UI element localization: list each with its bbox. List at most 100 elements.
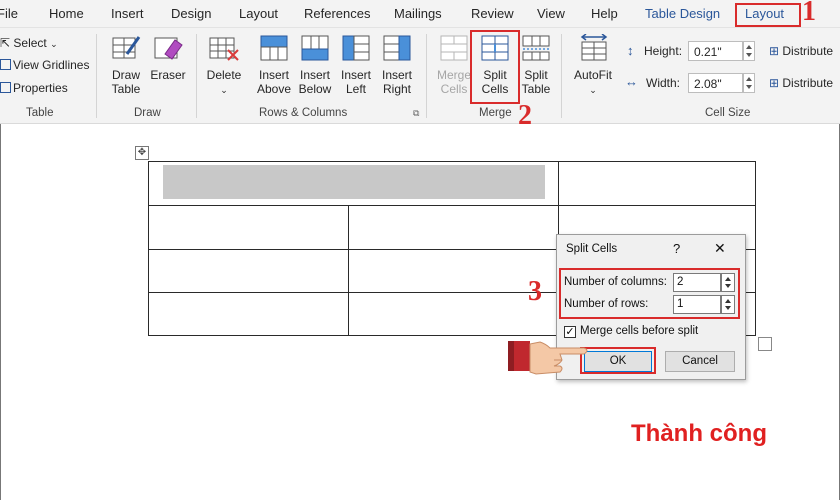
- close-icon[interactable]: ✕: [714, 240, 726, 257]
- table-move-handle-icon[interactable]: ✥: [135, 146, 149, 160]
- insert-below-button[interactable]: Insert Below: [294, 68, 336, 96]
- selection-highlight: [163, 165, 545, 199]
- draw-table-icon: [112, 36, 141, 59]
- width-icon: ↔: [625, 74, 638, 89]
- split-cells-highlight: [470, 30, 520, 104]
- view-gridlines-button[interactable]: View Gridlines: [0, 58, 89, 72]
- delete-button[interactable]: Delete ⌄: [203, 68, 245, 97]
- stepper-arrows-icon: [746, 45, 752, 57]
- cancel-button[interactable]: Cancel: [665, 351, 735, 372]
- separator: [426, 34, 427, 118]
- distribute-rows-icon: ⊞: [769, 44, 783, 58]
- help-icon[interactable]: ?: [673, 241, 680, 256]
- table-cell[interactable]: [148, 205, 349, 250]
- tab-table-design[interactable]: Table Design: [645, 6, 720, 21]
- select-label: Select: [13, 36, 47, 50]
- distribute-rows-button[interactable]: ⊞ Distribute: [769, 44, 833, 58]
- merge-cells-label-2: Cells: [440, 82, 468, 96]
- merge-cells-label-1: Merge: [436, 68, 471, 82]
- menu-bar: File Home Insert Design Layout Reference…: [0, 0, 840, 28]
- eraser-button[interactable]: Eraser: [148, 68, 188, 82]
- insert-above-button[interactable]: Insert Above: [253, 68, 295, 96]
- split-table-button[interactable]: Split Table: [515, 68, 557, 96]
- group-label-rows-columns: Rows & Columns: [259, 107, 348, 119]
- step-3-label: 3: [528, 276, 542, 307]
- height-input[interactable]: 0.21": [688, 41, 743, 61]
- tab-file[interactable]: File: [0, 6, 18, 21]
- height-icon: ↕: [627, 43, 634, 58]
- width-input[interactable]: 2.08": [688, 73, 743, 93]
- height-label: Height:: [644, 44, 683, 58]
- delete-label: Delete: [206, 68, 242, 82]
- height-stepper[interactable]: [743, 41, 755, 61]
- insert-below-icon: [301, 35, 329, 61]
- ribbon: ⇱ Select ⌄ View Gridlines Properties Tab…: [0, 28, 840, 124]
- tab-review[interactable]: Review: [471, 6, 514, 21]
- properties-icon: [0, 82, 11, 93]
- insert-right-label-1: Insert: [381, 68, 412, 82]
- fields-highlight: [559, 268, 740, 319]
- distribute-columns-button[interactable]: ⊞ Distribute: [769, 76, 833, 90]
- table-cell[interactable]: [148, 161, 559, 206]
- width-stepper[interactable]: [743, 73, 755, 93]
- width-label: Width:: [646, 76, 681, 90]
- group-label-cell-size: Cell Size: [705, 107, 751, 119]
- gridlines-icon: [0, 59, 11, 70]
- tab-mailings[interactable]: Mailings: [394, 6, 442, 21]
- chevron-down-icon: ⌄: [589, 85, 597, 95]
- group-label-merge: Merge: [479, 107, 512, 119]
- tab-references[interactable]: References: [304, 6, 370, 21]
- success-message: Thành công: [631, 420, 767, 447]
- chevron-down-icon: ⌄: [220, 85, 228, 95]
- merge-cells-button[interactable]: Merge Cells: [433, 68, 475, 96]
- distribute-columns-icon: ⊞: [769, 76, 783, 90]
- tab-layout[interactable]: Layout: [239, 6, 278, 21]
- delete-icon: [209, 37, 239, 61]
- tab-help[interactable]: Help: [591, 6, 618, 21]
- select-icon: ⇱: [0, 36, 14, 50]
- tab-home[interactable]: Home: [49, 6, 84, 21]
- tab-layout-highlight: [735, 3, 801, 27]
- insert-right-label-2: Right: [382, 82, 411, 96]
- separator: [96, 34, 97, 118]
- insert-below-label-2: Below: [298, 82, 332, 96]
- distribute-columns-label: Distribute: [782, 76, 834, 90]
- tab-insert[interactable]: Insert: [111, 6, 144, 21]
- merge-cells-icon: [440, 35, 468, 61]
- view-gridlines-label: View Gridlines: [13, 58, 90, 72]
- ok-button-highlight: [580, 347, 656, 374]
- table-cell[interactable]: [348, 205, 559, 250]
- insert-left-label-2: Left: [345, 82, 366, 96]
- insert-above-icon: [260, 35, 288, 61]
- merge-checkbox-label: Merge cells before split: [580, 325, 699, 337]
- table-cell[interactable]: [148, 249, 349, 293]
- table-cell[interactable]: [558, 161, 756, 206]
- insert-right-icon: [383, 35, 411, 61]
- dialog-launcher-icon[interactable]: ⧉: [413, 108, 419, 119]
- autofit-label: AutoFit: [573, 68, 612, 82]
- group-label-draw: Draw: [134, 107, 161, 119]
- properties-button[interactable]: Properties: [0, 81, 68, 95]
- draw-table-label-2: Table: [111, 82, 141, 96]
- separator: [196, 34, 197, 118]
- draw-table-label-1: Draw: [111, 68, 140, 82]
- select-menu[interactable]: ⇱ Select ⌄: [0, 36, 58, 51]
- insert-right-button[interactable]: Insert Right: [376, 68, 418, 96]
- autofit-button[interactable]: AutoFit ⌄: [571, 68, 615, 97]
- split-table-icon: [522, 35, 550, 61]
- tab-design[interactable]: Design: [171, 6, 211, 21]
- split-table-label-1: Split: [524, 68, 548, 82]
- insert-above-label-2: Above: [256, 82, 292, 96]
- insert-left-icon: [342, 35, 370, 61]
- dialog-title: Split Cells: [566, 243, 618, 255]
- step-1-label: 1: [802, 0, 816, 27]
- split-table-label-2: Table: [521, 82, 551, 96]
- insert-left-label-1: Insert: [340, 68, 371, 82]
- tab-view[interactable]: View: [537, 6, 565, 21]
- table-resize-handle[interactable]: [758, 337, 772, 351]
- draw-table-button[interactable]: Draw Table: [105, 68, 147, 96]
- table-cell[interactable]: [148, 292, 349, 336]
- eraser-icon: [154, 37, 183, 60]
- chevron-down-icon: ⌄: [50, 39, 58, 49]
- insert-left-button[interactable]: Insert Left: [335, 68, 377, 96]
